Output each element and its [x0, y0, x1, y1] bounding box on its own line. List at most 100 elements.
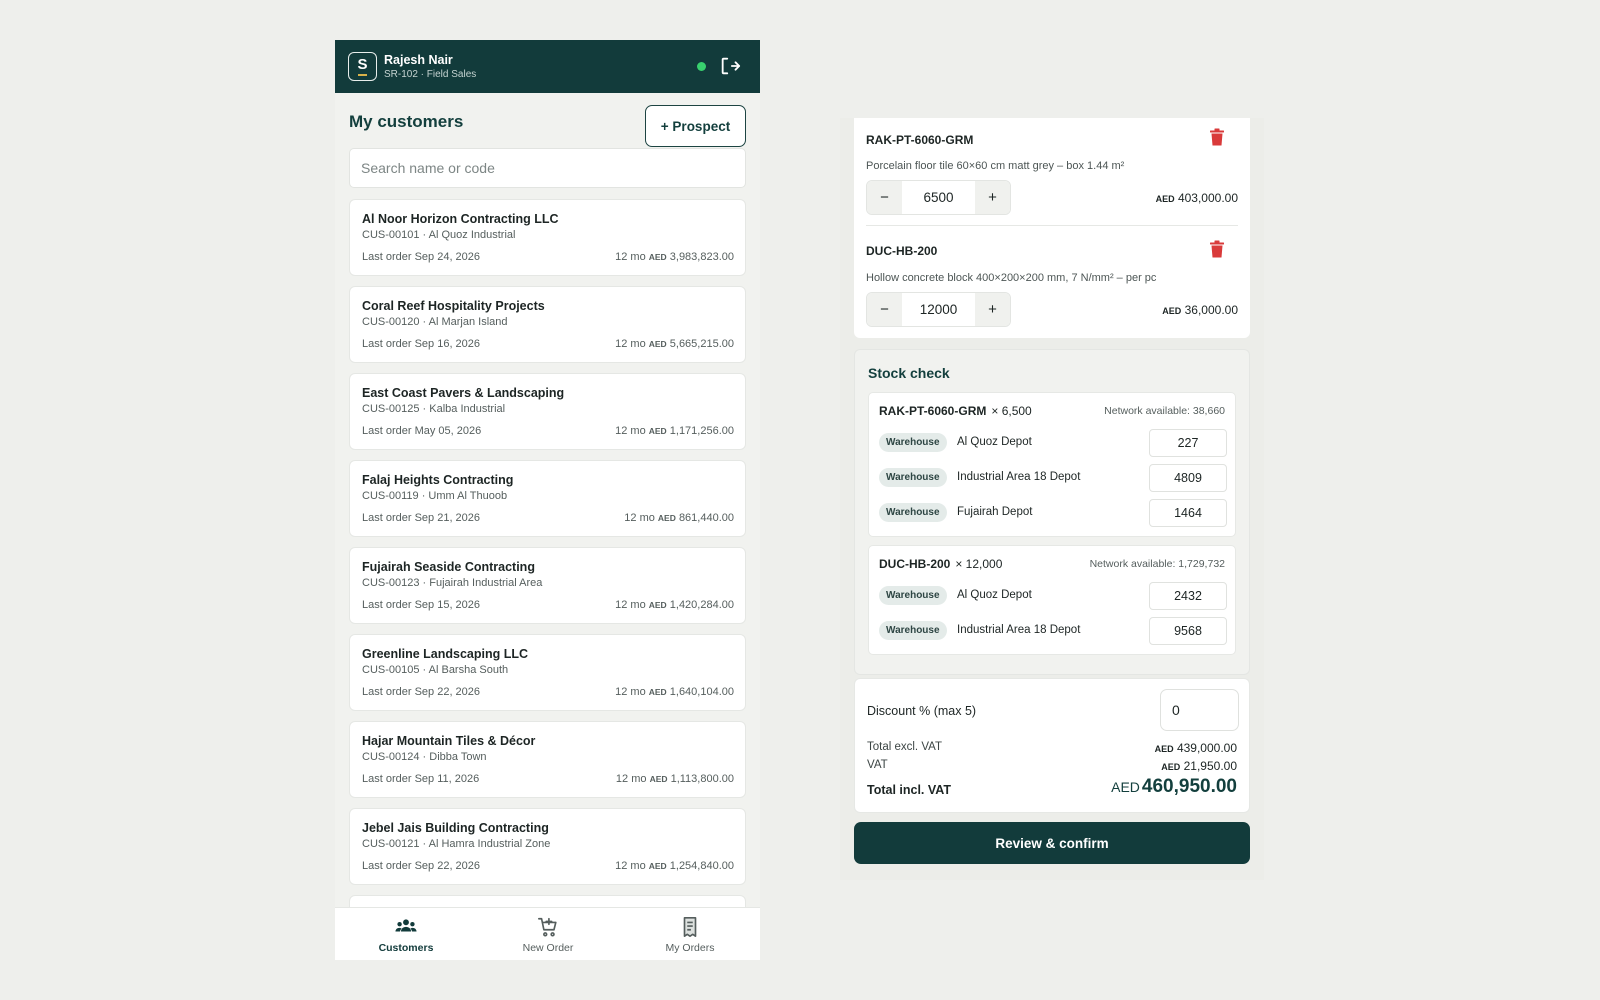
- network-available: Network available: 1,729,732: [1089, 558, 1225, 570]
- currency-label: AED: [648, 600, 667, 610]
- customer-code-area: CUS-00121 · Al Hamra Industrial Zone: [362, 838, 551, 850]
- total-excl-value: AED 439,000.00: [1155, 741, 1237, 755]
- customer-name: Jebel Jais Building Contracting: [362, 821, 549, 835]
- warehouse-name: Al Quoz Depot: [957, 589, 1032, 601]
- line-total-value: 36,000.00: [1184, 303, 1238, 317]
- warehouse-row: Warehouse Industrial Area 18 Depot: [879, 617, 1227, 645]
- stock-sku: DUC-HB-200 × 12,000: [879, 557, 1002, 571]
- warehouse-qty-input[interactable]: [1149, 499, 1227, 527]
- warehouse-name: Industrial Area 18 Depot: [957, 624, 1081, 636]
- nav-customers[interactable]: Customers: [335, 908, 477, 960]
- users-icon: [395, 919, 417, 932]
- order-panel: RAK-PT-6060-GRM Porcelain floor tile 60×…: [840, 118, 1264, 880]
- list-item[interactable]: Falaj Heights Contracting CUS-00119 · Umm…: [349, 460, 746, 537]
- stock-item: DUC-HB-200 × 12,000 Network available: 1,…: [868, 545, 1236, 655]
- customer-name: East Coast Pavers & Landscaping: [362, 386, 565, 400]
- divider: [866, 225, 1238, 226]
- trash-icon[interactable]: [1209, 240, 1225, 258]
- search-input[interactable]: [349, 148, 746, 188]
- currency-label: AED: [1154, 744, 1174, 754]
- currency-label: AED: [648, 339, 667, 349]
- line-total: AED 36,000.00: [1162, 303, 1238, 317]
- nav-my-orders[interactable]: My Orders: [619, 908, 760, 960]
- customer-name: Hajar Mountain Tiles & Décor: [362, 734, 536, 748]
- list-item[interactable]: Fujairah Seaside Contracting CUS-00123 · …: [349, 547, 746, 624]
- warehouse-badge: Warehouse: [879, 433, 947, 452]
- discount-input[interactable]: [1160, 689, 1239, 731]
- total-excl-label: Total excl. VAT: [867, 741, 942, 753]
- cart-icon: [538, 917, 557, 937]
- twelve-month-sales: 12 mo AED 1,640,104.00: [615, 686, 734, 698]
- sales-amount: 1,113,800.00: [670, 773, 734, 785]
- period-label: 12 mo: [624, 512, 655, 524]
- period-label: 12 mo: [615, 599, 646, 611]
- currency-label: AED: [649, 774, 668, 784]
- add-prospect-button[interactable]: + Prospect: [645, 105, 746, 147]
- twelve-month-sales: 12 mo AED 3,983,823.00: [615, 251, 734, 263]
- customer-name: Al Noor Horizon Contracting LLC: [362, 212, 559, 226]
- vat-label: VAT: [867, 759, 888, 771]
- line-description: Hollow concrete block 400×200×200 mm, 7 …: [866, 272, 1157, 284]
- warehouse-badge: Warehouse: [879, 468, 947, 487]
- sales-amount: 1,420,284.00: [669, 599, 734, 611]
- quantity-input[interactable]: [902, 181, 975, 214]
- app-logo: S: [348, 52, 377, 81]
- currency-label: AED: [1111, 779, 1140, 795]
- app-header: S Rajesh Nair SR-102 · Field Sales: [335, 40, 760, 93]
- nav-customers-label: Customers: [378, 942, 434, 954]
- warehouse-qty-input[interactable]: [1149, 582, 1227, 610]
- sales-amount: 861,440.00: [678, 512, 734, 524]
- warehouse-row: Warehouse Al Quoz Depot: [879, 429, 1227, 457]
- discount-label: Discount % (max 5): [867, 704, 977, 718]
- stock-check-title: Stock check: [868, 365, 950, 381]
- customer-name: Coral Reef Hospitality Projects: [362, 299, 545, 313]
- list-item[interactable]: Coral Reef Hospitality Projects CUS-00120…: [349, 286, 746, 363]
- quantity-input[interactable]: [902, 293, 975, 326]
- line-sku: RAK-PT-6060-GRM: [866, 133, 974, 147]
- list-item[interactable]: East Coast Pavers & Landscaping CUS-00125…: [349, 373, 746, 450]
- receipt-icon: [683, 917, 697, 937]
- warehouse-qty-input[interactable]: [1149, 617, 1227, 645]
- warehouse-qty-input[interactable]: [1149, 464, 1227, 492]
- trash-icon[interactable]: [1209, 128, 1225, 146]
- warehouse-name: Industrial Area 18 Depot: [957, 471, 1081, 483]
- customer-code-area: CUS-00125 · Kalba Industrial: [362, 403, 506, 415]
- sales-amount: 1,254,840.00: [669, 860, 734, 872]
- list-item[interactable]: Jebel Jais Building Contracting CUS-00121…: [349, 808, 746, 885]
- stock-requested-qty: × 12,000: [955, 557, 1003, 571]
- logo-letter: S: [357, 56, 368, 73]
- customer-code-area: CUS-00105 · Al Barsha South: [362, 664, 509, 676]
- line-total-value: 403,000.00: [1177, 191, 1238, 205]
- twelve-month-sales: 12 mo AED 5,665,215.00: [615, 338, 734, 350]
- warehouse-row: Warehouse Al Quoz Depot: [879, 582, 1227, 610]
- period-label: 12 mo: [615, 251, 646, 263]
- last-order-date: Last order Sep 22, 2026: [362, 686, 481, 698]
- sales-amount: 3,983,823.00: [669, 251, 734, 263]
- decrease-button[interactable]: −: [867, 293, 902, 326]
- currency-label: AED: [1162, 306, 1182, 316]
- online-status-icon: [697, 62, 706, 71]
- twelve-month-sales: 12 mo AED 861,440.00: [624, 512, 734, 524]
- list-item[interactable]: Hajar Mountain Tiles & Décor CUS-00124 · …: [349, 721, 746, 798]
- logout-icon[interactable]: [719, 55, 741, 77]
- increase-button[interactable]: +: [975, 181, 1010, 214]
- review-confirm-button[interactable]: Review & confirm: [854, 822, 1250, 864]
- currency-label: AED: [1155, 194, 1175, 204]
- warehouse-qty-input[interactable]: [1149, 429, 1227, 457]
- increase-button[interactable]: +: [975, 293, 1010, 326]
- last-order-date: Last order May 05, 2026: [362, 425, 482, 437]
- customer-name: Greenline Landscaping LLC: [362, 647, 528, 661]
- customer-code-area: CUS-00120 · Al Marjan Island: [362, 316, 508, 328]
- line-sku: DUC-HB-200: [866, 244, 938, 258]
- vat-value: AED 21,950.00: [1161, 759, 1237, 773]
- page-title: My customers: [349, 112, 464, 131]
- customer-name: Falaj Heights Contracting: [362, 473, 514, 487]
- nav-new-order[interactable]: New Order: [477, 908, 619, 960]
- list-item[interactable]: Greenline Landscaping LLC CUS-00105 · Al …: [349, 634, 746, 711]
- user-role: SR-102 · Field Sales: [384, 69, 477, 80]
- nav-new-order-label: New Order: [522, 942, 574, 954]
- list-item[interactable]: Al Noor Horizon Contracting LLC CUS-00101…: [349, 199, 746, 276]
- decrease-button[interactable]: −: [867, 181, 902, 214]
- warehouse-badge: Warehouse: [879, 621, 947, 640]
- customer-code-area: CUS-00123 · Fujairah Industrial Area: [362, 577, 543, 589]
